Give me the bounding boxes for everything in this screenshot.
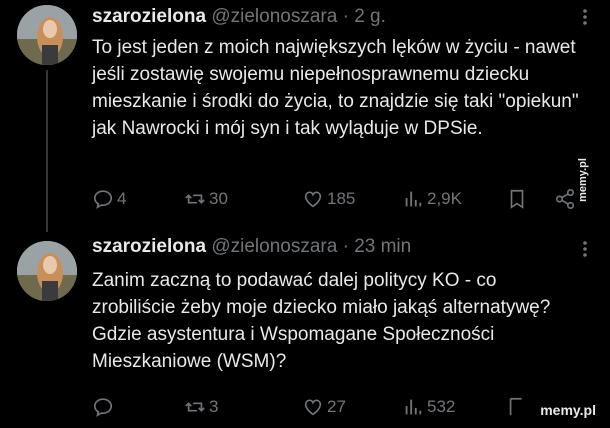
reply-icon [93, 190, 113, 209]
timestamp[interactable]: 23 min [354, 236, 411, 257]
repost-button[interactable]: 30 [184, 185, 228, 213]
bookmark-button[interactable] [506, 393, 531, 421]
heart-icon [304, 399, 322, 416]
views-button[interactable]: 2,9K [402, 185, 462, 213]
views-button[interactable]: 532 [402, 393, 455, 421]
display-name[interactable]: szarozielona [92, 6, 206, 27]
reply-icon [93, 398, 113, 417]
reply-button[interactable]: 4 [92, 185, 126, 213]
separator-dot: · [342, 236, 349, 257]
user-handle[interactable]: @zielonoszara [211, 236, 337, 257]
tweet-header: szarozielona @zielonoszara · 2 g. [92, 6, 386, 28]
tweet-header: szarozielona @zielonoszara · 23 min [92, 236, 411, 258]
views-icon [405, 399, 422, 415]
tweet-2[interactable]: szarozielona @zielonoszara · 23 min Zani… [0, 232, 610, 428]
repost-icon [185, 194, 205, 204]
reply-button[interactable] [92, 393, 117, 421]
user-handle[interactable]: @zielonoszara [211, 6, 337, 27]
thread-line [46, 70, 48, 232]
bookmark-button[interactable] [506, 185, 531, 213]
like-count: 27 [327, 397, 346, 416]
bookmark-icon [509, 397, 522, 416]
repost-count: 3 [209, 397, 219, 416]
tweet-1[interactable]: szarozielona @zielonoszara · 2 g. To jes… [0, 0, 610, 232]
avatar[interactable] [17, 5, 77, 65]
reply-count: 4 [117, 189, 127, 208]
like-button[interactable]: 185 [302, 185, 355, 213]
repost-button[interactable]: 3 [184, 393, 218, 421]
repost-count: 30 [209, 189, 228, 208]
share-icon [555, 189, 575, 209]
repost-icon [185, 402, 205, 412]
more-options-icon[interactable] [582, 240, 588, 258]
action-bar: 4 30 185 2,9K [92, 185, 602, 213]
views-icon [405, 191, 422, 207]
avatar[interactable] [17, 241, 77, 301]
more-options-icon[interactable] [582, 8, 588, 26]
tweet-text: Zanim zaczną to podawać dalej politycy K… [92, 270, 551, 372]
watermark-vertical: memy.pl [577, 158, 589, 202]
watermark: memy.pl [540, 402, 596, 418]
timestamp[interactable]: 2 g. [354, 6, 386, 27]
display-name[interactable]: szarozielona [92, 236, 206, 257]
like-button[interactable]: 27 [302, 393, 346, 421]
views-count: 2,9K [427, 189, 462, 208]
tweet-text: To jest jeden z moich największych lęków… [92, 37, 579, 139]
views-count: 532 [427, 397, 456, 416]
like-count: 185 [327, 189, 356, 208]
bookmark-icon [510, 189, 524, 209]
action-bar: 3 27 532 [92, 393, 602, 421]
heart-icon [304, 191, 322, 208]
share-button[interactable] [554, 185, 579, 213]
separator-dot: · [342, 6, 349, 27]
